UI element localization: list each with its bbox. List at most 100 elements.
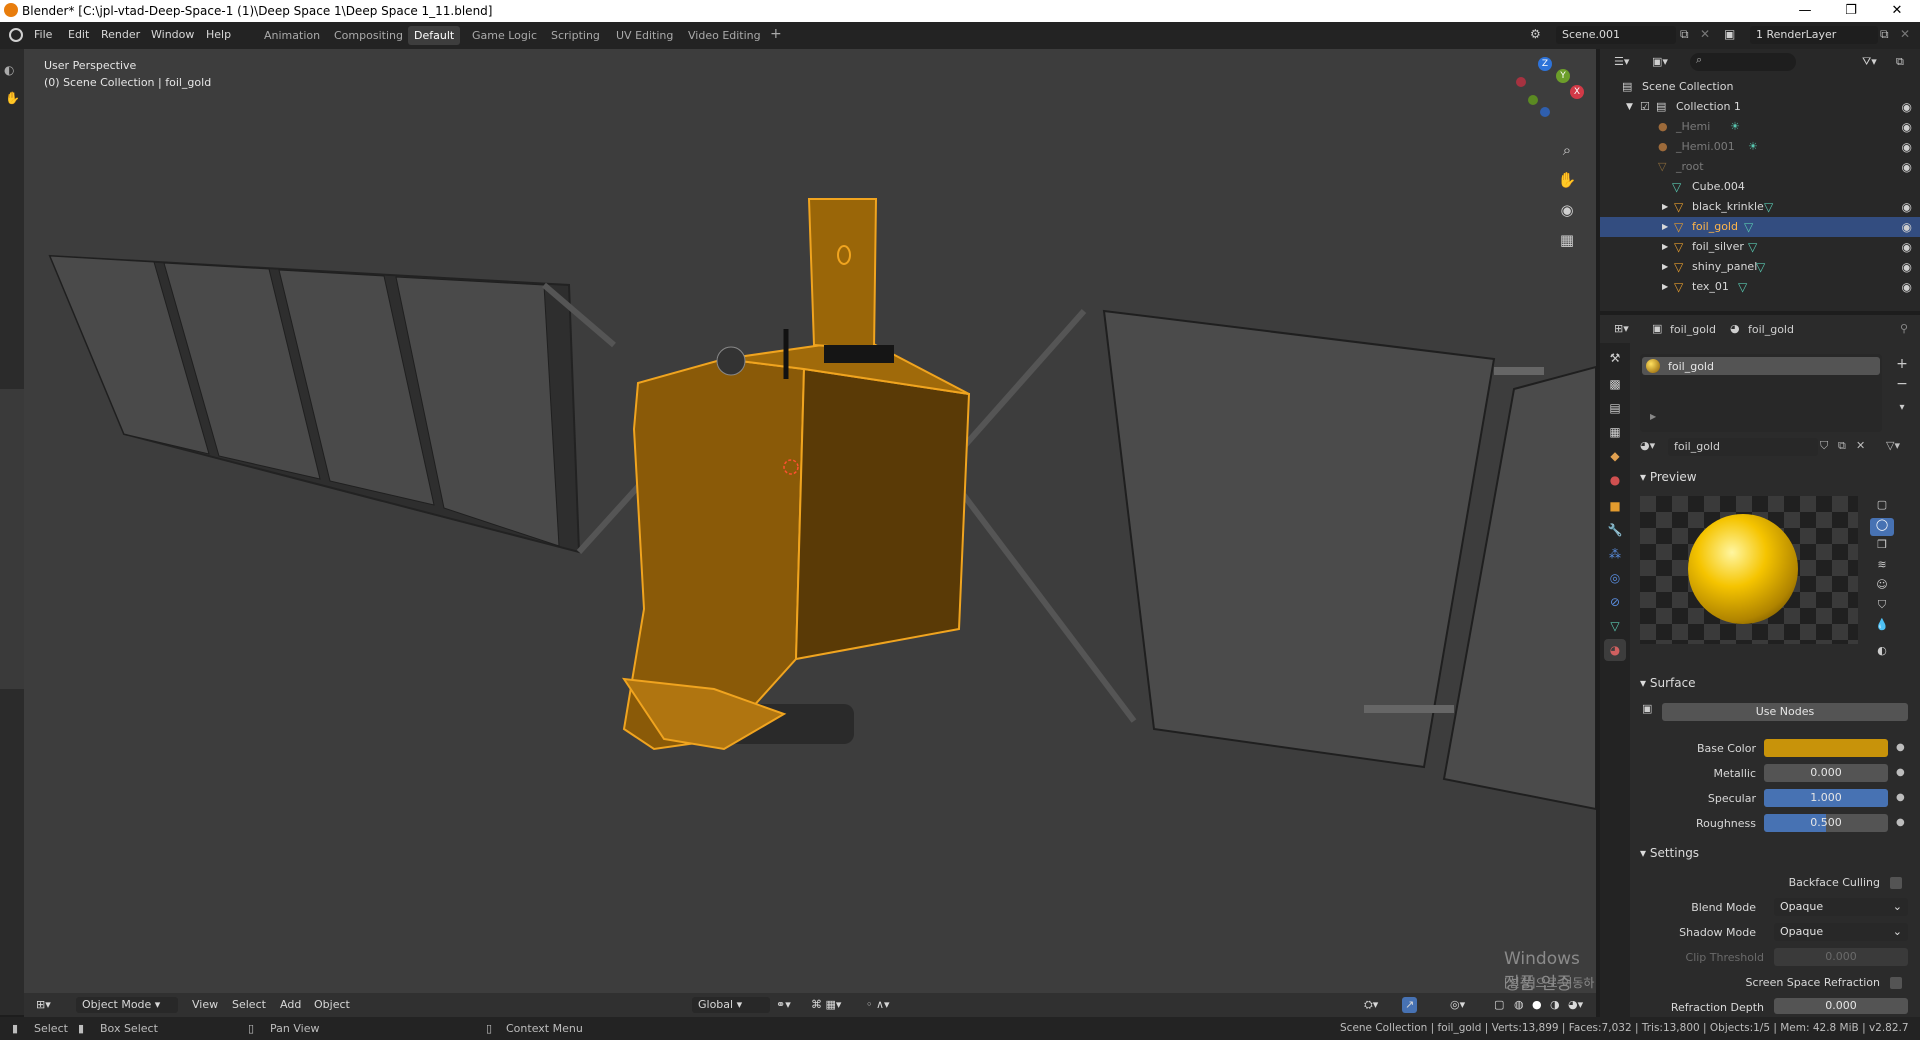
scene-tab-icon[interactable]: ◆ — [1604, 445, 1626, 467]
outliner-row-foil-silver[interactable]: ▶ ▽ foil_silver ▽ ◉ — [1600, 237, 1920, 257]
solid-shading-icon[interactable]: ● — [1532, 997, 1542, 1013]
proportional-edit-icon[interactable]: ◦ ∧▾ — [866, 997, 890, 1013]
outliner-row-scene-collection[interactable]: ▤ Scene Collection — [1600, 77, 1920, 97]
keyframe-dot-icon[interactable]: ● — [1896, 742, 1905, 753]
rendered-shading-icon[interactable]: ◕▾ — [1568, 997, 1583, 1013]
expand-arrow-icon[interactable]: ▶ — [1662, 257, 1668, 277]
overlay-toggle-icon[interactable]: ◎▾ — [1450, 997, 1465, 1013]
preview-hair-icon[interactable]: ≋ — [1870, 558, 1894, 576]
material-browse-icon[interactable]: ◕▾ — [1640, 439, 1655, 452]
preview-cloth-icon[interactable]: ⛉ — [1870, 598, 1894, 616]
eye-icon[interactable]: ◉ — [1902, 197, 1912, 217]
expand-arrow-icon[interactable]: ▶ — [1662, 217, 1668, 237]
surface-header[interactable]: ▾ Surface — [1640, 676, 1696, 690]
zoom-icon[interactable]: ⌕ — [1554, 137, 1580, 163]
keyframe-dot-icon[interactable]: ● — [1896, 792, 1905, 803]
preview-sphere-icon[interactable]: ◯ — [1870, 518, 1894, 536]
add-workspace-button[interactable]: + — [770, 26, 782, 42]
settings-header[interactable]: ▾ Settings — [1640, 846, 1699, 860]
scene-icon[interactable]: ⚙ — [1530, 27, 1552, 45]
wireframe-shading-icon[interactable]: ◍ — [1514, 997, 1524, 1013]
tab-scripting[interactable]: Scripting — [545, 26, 606, 45]
scene-field[interactable]: Scene.001 — [1556, 26, 1676, 44]
camera-icon[interactable]: ◉ — [1554, 197, 1580, 223]
physics-tab-icon[interactable]: ◎ — [1604, 567, 1626, 589]
delete-scene-icon[interactable]: ✕ — [1700, 27, 1710, 41]
eye-icon[interactable]: ◉ — [1902, 97, 1912, 117]
eye-icon[interactable]: ◉ — [1902, 137, 1912, 157]
outliner-row-hemi-001[interactable]: ● _Hemi.001 ☀ ◉ — [1600, 137, 1920, 157]
world-tab-icon[interactable]: ● — [1604, 469, 1626, 491]
new-collection-icon[interactable]: ⧉ — [1896, 55, 1904, 69]
pan-hand-icon[interactable]: ✋ — [1554, 167, 1580, 193]
navigation-gizmo[interactable]: Z Y X — [1514, 53, 1594, 123]
base-color-swatch[interactable] — [1764, 739, 1888, 757]
remove-slot-button[interactable]: − — [1894, 376, 1910, 392]
new-scene-icon[interactable]: ⧉ — [1680, 27, 1689, 42]
tool-shelf-tab[interactable] — [0, 389, 24, 689]
menu-edit[interactable]: Edit — [68, 28, 89, 41]
tab-animation[interactable]: Animation — [258, 26, 326, 45]
gizmo-neg-z[interactable] — [1540, 107, 1550, 117]
roughness-slider[interactable]: 0.500 — [1764, 814, 1888, 832]
preview-header[interactable]: ▾ Preview — [1640, 470, 1697, 484]
outliner-editor-icon[interactable]: ☰▾ — [1614, 55, 1629, 68]
editor-switch-icon[interactable]: ⊞▾ — [36, 997, 51, 1013]
visibility-icon[interactable]: ⛭▾ — [1364, 997, 1378, 1013]
preview-world-icon[interactable]: ◐ — [1870, 644, 1894, 662]
render-layer-icon[interactable]: ▣ — [1724, 27, 1735, 41]
duplicate-material-icon[interactable]: ⧉ — [1838, 439, 1846, 453]
use-nodes-button[interactable]: Use Nodes — [1662, 703, 1908, 721]
blender-menu-icon[interactable] — [9, 28, 23, 42]
eye-icon[interactable]: ◉ — [1902, 157, 1912, 177]
grid-view-icon[interactable]: ▦ — [1554, 227, 1580, 253]
shadow-mode-dropdown[interactable]: Opaque ⌄ — [1774, 923, 1908, 941]
maximize-button[interactable]: ❐ — [1828, 0, 1874, 22]
tab-game-logic[interactable]: Game Logic — [466, 26, 543, 45]
3d-viewport[interactable]: User Perspective (0) Scene Collection | … — [24, 49, 1596, 1015]
snap-icon[interactable]: ⌘ ▦▾ — [811, 997, 841, 1013]
tab-compositing[interactable]: Compositing — [328, 26, 409, 45]
slot-expand-icon[interactable]: ▶ — [1650, 412, 1656, 421]
keyframe-dot-icon[interactable]: ● — [1896, 817, 1905, 828]
outliner-row-tex-01[interactable]: ▶ ▽ tex_01 ▽ ◉ — [1600, 277, 1920, 297]
mode-dropdown[interactable]: Object Mode ▾ — [76, 997, 178, 1013]
material-shading-icon[interactable]: ◑ — [1550, 997, 1560, 1013]
outliner-row-black-krinkle[interactable]: ▶ ▽ black_krinkle ▽ ◉ — [1600, 197, 1920, 217]
view-layer-tab-icon[interactable]: ▦ — [1604, 421, 1626, 443]
particles-tab-icon[interactable]: ⁂ — [1604, 543, 1626, 565]
outliner-row-foil-gold[interactable]: ▶ ▽ foil_gold ▽ ◉ — [1600, 217, 1920, 237]
orientation-dropdown[interactable]: Global ▾ — [692, 997, 770, 1013]
gizmo-toggle-icon[interactable]: ↗ — [1402, 997, 1418, 1013]
menu-window[interactable]: Window — [151, 28, 194, 41]
expand-arrow-icon[interactable]: ▼ — [1626, 97, 1633, 117]
constraints-tab-icon[interactable]: ⊘ — [1604, 591, 1626, 613]
data-tab-icon[interactable]: ▽ — [1604, 615, 1626, 637]
modifier-tab-icon[interactable]: 🔧 — [1604, 519, 1626, 541]
refraction-depth-field[interactable]: 0.000 — [1774, 998, 1908, 1014]
hand-tool-icon[interactable]: ✋ — [5, 91, 20, 105]
material-tab-icon[interactable]: ◕ — [1604, 639, 1626, 661]
minimize-button[interactable]: — — [1782, 0, 1828, 22]
specular-slider[interactable]: 1.000 — [1764, 789, 1888, 807]
add-menu[interactable]: Add — [280, 997, 301, 1013]
tab-uv-editing[interactable]: UV Editing — [610, 26, 679, 45]
outliner-row-root[interactable]: ▽ _root ◉ — [1600, 157, 1920, 177]
properties-editor-icon[interactable]: ⊞▾ — [1614, 322, 1629, 335]
expand-arrow-icon[interactable]: ▶ — [1662, 237, 1668, 257]
unlink-material-icon[interactable]: ✕ — [1856, 439, 1865, 452]
outliner-row-collection-1[interactable]: ▼ ☑ ▤ Collection 1 ◉ — [1600, 97, 1920, 117]
eye-icon[interactable]: ◉ — [1902, 257, 1912, 277]
gizmo-neg-y[interactable] — [1528, 95, 1538, 105]
link-mode-icon[interactable]: ▽▾ — [1886, 439, 1900, 452]
outliner-row-shiny-panel[interactable]: ▶ ▽ shiny_panel ▽ ◉ — [1600, 257, 1920, 277]
close-window-button[interactable]: ✕ — [1874, 0, 1920, 22]
metallic-slider[interactable]: 0.000 — [1764, 764, 1888, 782]
material-name-field[interactable]: foil_gold — [1668, 438, 1818, 456]
slot-specials-icon[interactable]: ▾ — [1894, 402, 1910, 418]
delete-layer-icon[interactable]: ✕ — [1900, 27, 1910, 41]
tab-video-editing[interactable]: Video Editing — [682, 26, 767, 45]
outliner-search-input[interactable]: ⌕ — [1690, 53, 1796, 71]
menu-help[interactable]: Help — [206, 28, 231, 41]
render-tab-icon[interactable]: ▩ — [1604, 373, 1626, 395]
